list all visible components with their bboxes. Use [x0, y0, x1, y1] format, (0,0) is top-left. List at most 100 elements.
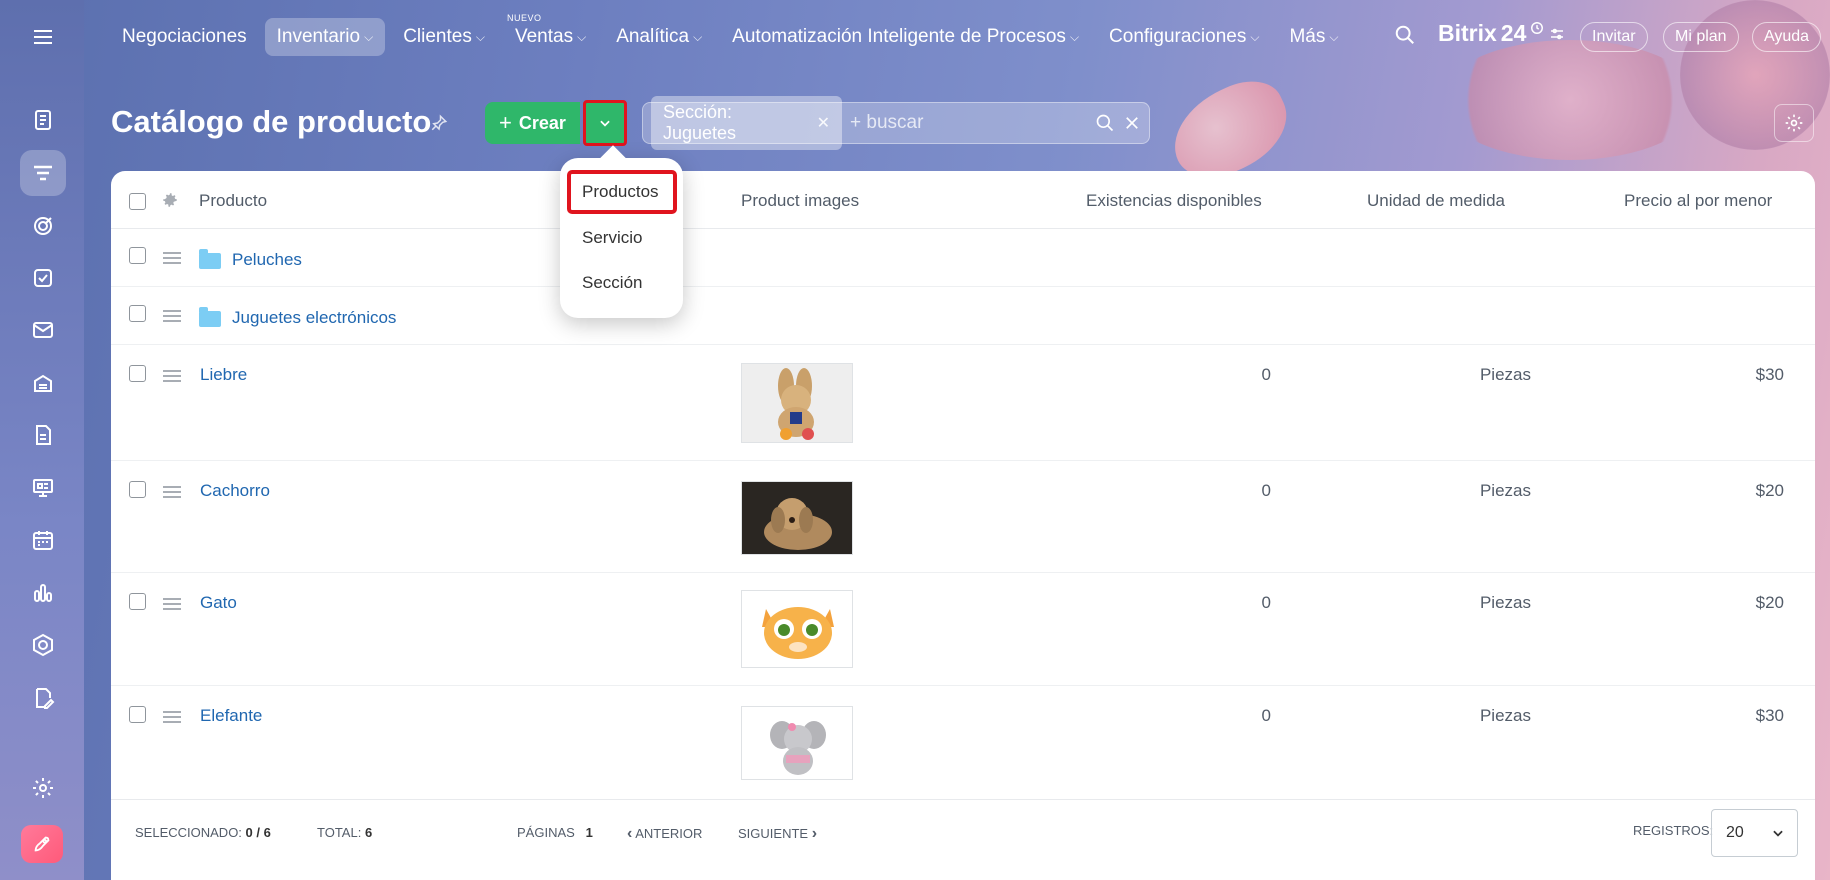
search-icon[interactable] [1394, 24, 1416, 51]
drag-handle-icon[interactable] [163, 310, 181, 322]
folder-icon [199, 307, 221, 327]
section-link[interactable]: Juguetes electrónicos [232, 308, 396, 328]
help-button[interactable]: Ayuda [1752, 22, 1822, 52]
search-icon[interactable] [1095, 113, 1115, 133]
clear-icon[interactable] [1123, 114, 1141, 132]
feed-icon[interactable] [20, 97, 66, 143]
brand-logo[interactable]: Bitrix 24 [1438, 20, 1566, 47]
store-icon[interactable] [20, 360, 66, 406]
drag-handle-icon[interactable] [163, 598, 181, 610]
presentation-icon[interactable] [20, 465, 66, 511]
prev-page-button[interactable]: ‹ ANTERIOR [627, 825, 702, 843]
nav-configuraciones[interactable]: Configuraciones ⌵ [1097, 18, 1271, 56]
table-header: Producto Product images Existencias disp… [111, 171, 1815, 229]
price-value: $30 [1755, 365, 1784, 384]
filter-chip-label: Sección: Juguetes [663, 102, 737, 143]
row-checkbox[interactable] [129, 305, 146, 322]
row-checkbox[interactable] [129, 706, 146, 723]
nav-automatizacion[interactable]: Automatización Inteligente de Procesos ⌵ [720, 18, 1091, 56]
nav-label: Inventario [276, 26, 361, 47]
product-link[interactable]: Elefante [200, 706, 262, 726]
product-link[interactable]: Cachorro [200, 481, 270, 501]
analytics-icon[interactable] [20, 570, 66, 616]
settings-icon[interactable] [20, 765, 66, 811]
chevron-down-icon [600, 120, 610, 127]
pages-value[interactable]: 1 [586, 825, 593, 840]
nav-mas[interactable]: Más ⌵ [1277, 18, 1350, 56]
column-header-product[interactable]: Producto [199, 191, 267, 211]
drag-handle-icon[interactable] [163, 252, 181, 264]
row-checkbox[interactable] [129, 593, 146, 610]
table-row[interactable]: Elefante 0 Piezas $30 [111, 686, 1815, 799]
product-image-elephant[interactable] [741, 706, 853, 780]
drag-handle-icon[interactable] [163, 370, 181, 382]
close-icon[interactable]: ✕ [817, 113, 830, 133]
nav-negociaciones[interactable]: Negociaciones [110, 18, 259, 56]
target-icon[interactable] [20, 203, 66, 249]
row-checkbox[interactable] [129, 247, 146, 264]
invite-label: Invitar [1592, 28, 1636, 45]
menu-item-servicio[interactable]: Servicio [582, 228, 642, 248]
next-label: SIGUIENTE [738, 826, 809, 841]
mail-icon[interactable] [20, 307, 66, 353]
section-row[interactable]: Peluches [111, 229, 1815, 287]
row-checkbox[interactable] [129, 481, 146, 498]
column-header-images[interactable]: Product images [741, 191, 859, 211]
menu-icon[interactable] [20, 14, 66, 60]
column-header-stock[interactable]: Existencias disponibles [1086, 191, 1262, 211]
chevron-right-icon: › [811, 825, 818, 842]
unit-value: Piezas [1479, 706, 1531, 725]
nav-ventas[interactable]: NUEVO Ventas ⌵ [503, 13, 598, 56]
pages-count: PÁGINAS 1 [517, 825, 593, 840]
calendar-icon[interactable] [20, 517, 66, 563]
table-row[interactable]: Cachorro 0 Piezas $20 [111, 461, 1815, 573]
document-icon[interactable] [20, 412, 66, 458]
pin-icon[interactable] [430, 114, 448, 137]
selected-count: SELECCIONADO: 0 / 6 [135, 825, 271, 840]
nav-label: Automatización Inteligente de Procesos [732, 26, 1066, 47]
folder-icon [199, 249, 221, 269]
sliders-icon [1551, 28, 1564, 39]
records-per-page-select[interactable]: 20 [1711, 809, 1798, 857]
gear-icon[interactable] [161, 191, 179, 214]
nav-label: Clientes [403, 26, 472, 47]
table-row[interactable]: Liebre 0 Piezas $30 [111, 345, 1815, 461]
search-input[interactable] [850, 112, 1095, 134]
row-checkbox[interactable] [129, 365, 146, 382]
nav-label: Negociaciones [122, 26, 247, 47]
column-header-price[interactable]: Precio al por menor [1624, 191, 1772, 211]
hexagon-icon[interactable] [20, 622, 66, 668]
product-image-cat[interactable] [741, 590, 853, 668]
filter-search-box[interactable]: Sección: Juguetes ✕ [642, 96, 1150, 150]
product-image-rabbit[interactable] [741, 363, 853, 443]
nav-inventario[interactable]: Inventario ⌵ [264, 18, 386, 56]
invite-button[interactable]: Invitar [1580, 22, 1648, 52]
section-link[interactable]: Peluches [232, 250, 302, 270]
create-button[interactable]: + Crear [485, 102, 580, 144]
tasks-icon[interactable] [20, 255, 66, 301]
section-row[interactable]: Juguetes electrónicos [111, 287, 1815, 345]
product-link[interactable]: Gato [200, 593, 237, 613]
nav-clientes[interactable]: Clientes ⌵ [391, 18, 497, 56]
table-row[interactable]: Gato 0 Piezas $20 [111, 573, 1815, 686]
rocket-icon[interactable] [21, 825, 63, 863]
my-plan-button[interactable]: Mi plan [1663, 22, 1739, 52]
column-header-unit[interactable]: Unidad de medida [1367, 191, 1505, 211]
sign-icon[interactable] [20, 675, 66, 721]
nav-analitica[interactable]: Analítica ⌵ [604, 18, 714, 56]
page-settings-button[interactable] [1774, 104, 1814, 142]
create-dropdown-toggle[interactable] [583, 100, 627, 146]
drag-handle-icon[interactable] [163, 486, 181, 498]
drag-handle-icon[interactable] [163, 711, 181, 723]
create-label: Crear [518, 112, 566, 133]
select-all-checkbox[interactable] [129, 193, 146, 210]
product-image-puppy[interactable] [741, 481, 853, 555]
menu-item-seccion[interactable]: Sección [582, 273, 642, 293]
next-page-button[interactable]: SIGUIENTE › [738, 825, 817, 843]
menu-item-productos[interactable]: Productos [567, 170, 677, 214]
product-link[interactable]: Liebre [200, 365, 247, 385]
filter-chip[interactable]: Sección: Juguetes ✕ [651, 96, 842, 150]
funnel-icon[interactable] [20, 150, 66, 196]
selected-value: 0 / 6 [245, 825, 271, 840]
unit-value: Piezas [1479, 481, 1531, 500]
